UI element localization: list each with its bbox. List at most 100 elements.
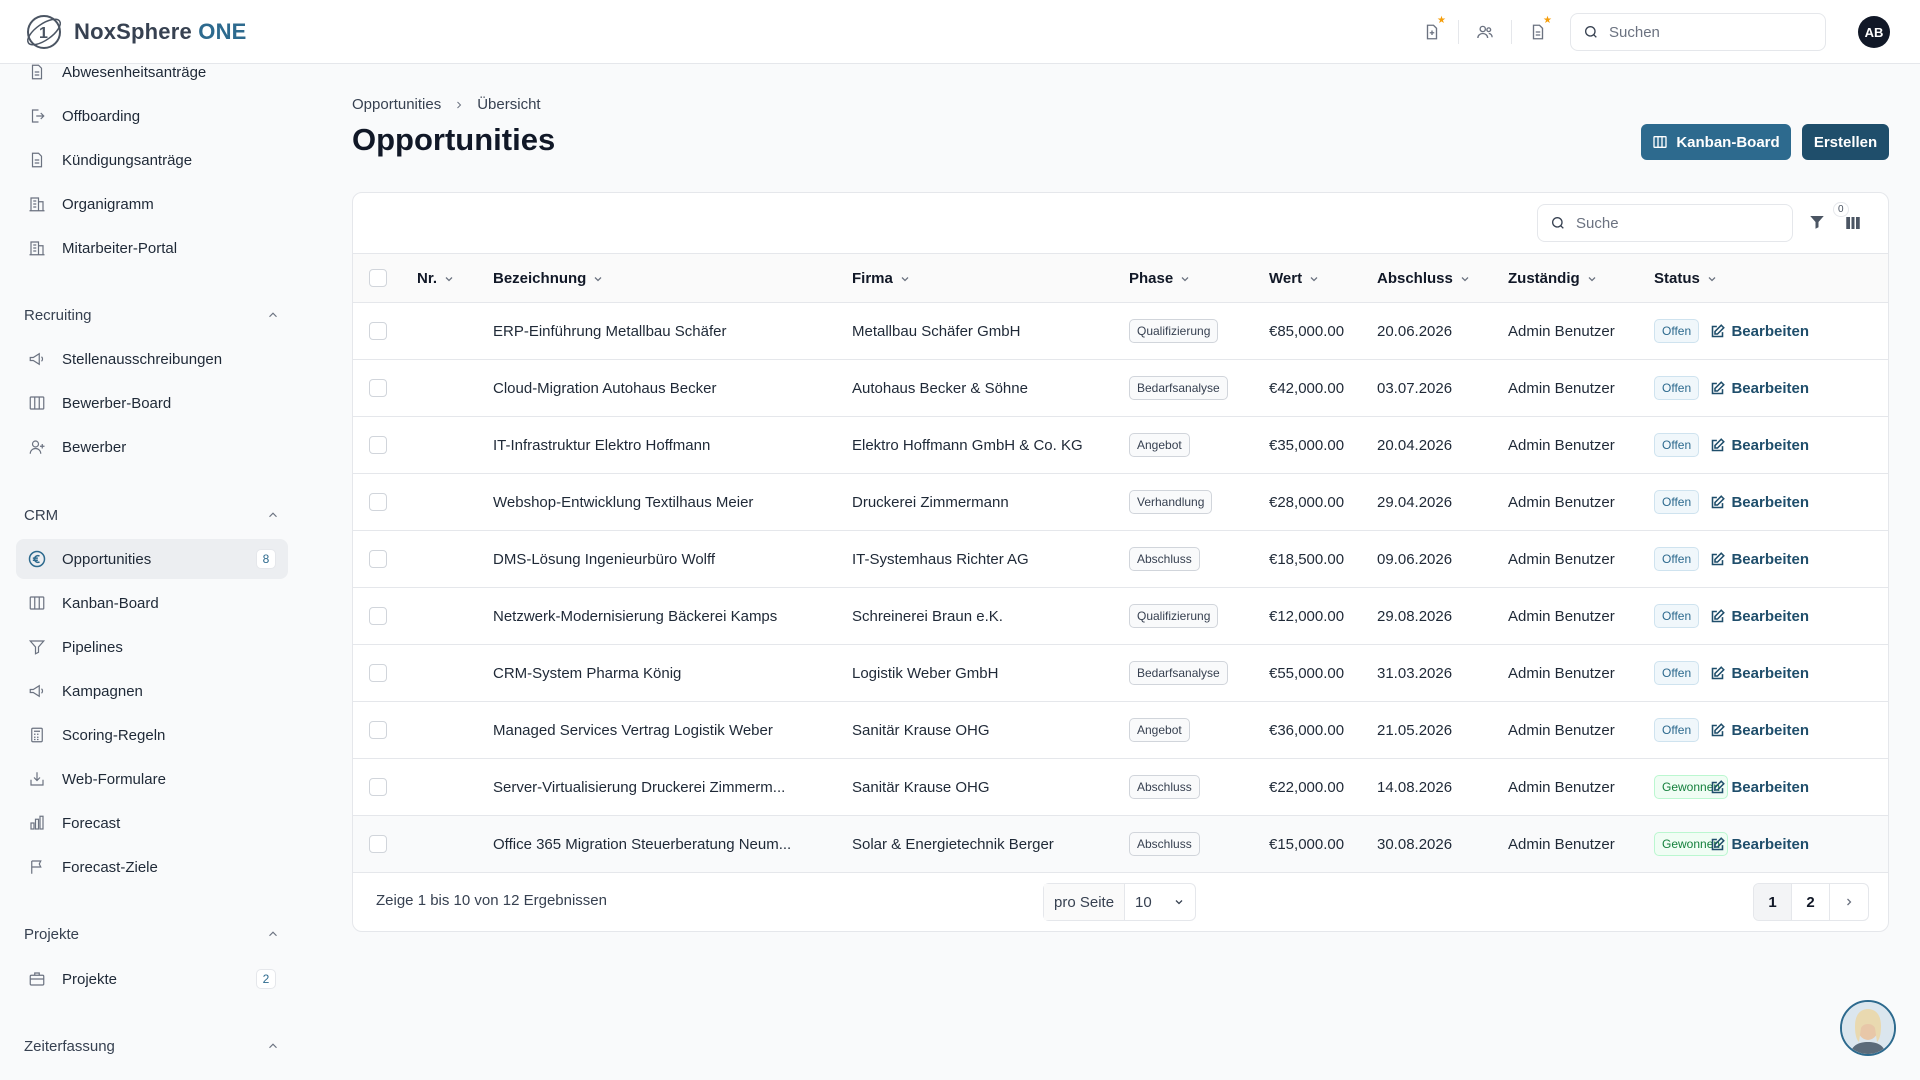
chevron-right-icon xyxy=(1843,896,1855,908)
select-all-checkbox[interactable] xyxy=(369,269,387,287)
table-row[interactable]: CRM-System Pharma König Logistik Weber Gm… xyxy=(353,645,1888,702)
section-projekte[interactable]: Projekte xyxy=(24,919,280,949)
column-header-status[interactable]: Status xyxy=(1654,254,1718,303)
cell-bezeichnung[interactable]: IT-Infrastruktur Elektro Hoffmann xyxy=(493,417,833,473)
table-row[interactable]: Webshop-Entwicklung Textilhaus Meier Druc… xyxy=(353,474,1888,531)
edit-button[interactable]: Bearbeiten xyxy=(1689,759,1809,815)
column-header-nr[interactable]: Nr. xyxy=(417,254,455,303)
sidebar: Abwesenheitsanträge Offboarding Kündigun… xyxy=(0,64,300,1080)
section-crm[interactable]: CRM xyxy=(24,500,280,530)
row-checkbox[interactable] xyxy=(369,322,387,340)
row-checkbox[interactable] xyxy=(369,721,387,739)
sidebar-item-forecast[interactable]: Forecast xyxy=(16,803,288,843)
create-button[interactable]: Erstellen xyxy=(1802,124,1889,160)
table-row[interactable]: IT-Infrastruktur Elektro Hoffmann Elektro… xyxy=(353,417,1888,474)
sidebar-item-bewerber-board[interactable]: Bewerber-Board xyxy=(16,383,288,423)
edit-button[interactable]: Bearbeiten xyxy=(1689,588,1809,644)
breadcrumb-link[interactable]: Opportunities xyxy=(352,96,441,113)
edit-button[interactable]: Bearbeiten xyxy=(1689,417,1809,473)
edit-button[interactable]: Bearbeiten xyxy=(1689,360,1809,416)
column-header-bezeichnung[interactable]: Bezeichnung xyxy=(493,254,604,303)
column-header-phase[interactable]: Phase xyxy=(1129,254,1191,303)
table-search-input[interactable] xyxy=(1576,214,1766,232)
table-row[interactable]: ERP-Einführung Metallbau Schäfer Metallba… xyxy=(353,303,1888,360)
sidebar-item-kuendigungsantraege[interactable]: Kündigungsanträge xyxy=(16,140,288,180)
cell-bezeichnung[interactable]: CRM-System Pharma König xyxy=(493,645,833,701)
column-header-abschluss[interactable]: Abschluss xyxy=(1377,254,1471,303)
row-checkbox[interactable] xyxy=(369,778,387,796)
edit-button[interactable]: Bearbeiten xyxy=(1689,645,1809,701)
sidebar-item-offboarding[interactable]: Offboarding xyxy=(16,96,288,136)
row-checkbox[interactable] xyxy=(369,436,387,454)
filter-icon[interactable] xyxy=(1808,213,1830,235)
sidebar-item-opportunities[interactable]: Opportunities 8 xyxy=(16,539,288,579)
sidebar-item-stellenausschreibungen[interactable]: Stellenausschreibungen xyxy=(16,339,288,379)
table-row[interactable]: DMS-Lösung Ingenieurbüro Wolff IT-Systemh… xyxy=(353,531,1888,588)
sidebar-item-projekte[interactable]: Projekte 2 xyxy=(16,959,288,999)
column-header-wert[interactable]: Wert xyxy=(1269,254,1320,303)
cell-zustaendig: Admin Benutzer xyxy=(1508,379,1615,397)
sidebar-item-kampagnen[interactable]: Kampagnen xyxy=(16,671,288,711)
row-checkbox[interactable] xyxy=(369,607,387,625)
edit-button[interactable]: Bearbeiten xyxy=(1689,474,1809,530)
row-checkbox[interactable] xyxy=(369,379,387,397)
cell-bezeichnung[interactable]: Server-Virtualisierung Druckerei Zimmerm… xyxy=(493,759,833,815)
next-page-button[interactable] xyxy=(1830,884,1868,920)
sidebar-item-label: Kampagnen xyxy=(62,682,143,700)
users-icon[interactable] xyxy=(1467,14,1503,50)
sidebar-item-abwesenheitsantraege[interactable]: Abwesenheitsanträge xyxy=(16,64,288,92)
kanban-board-button[interactable]: Kanban-Board xyxy=(1641,124,1791,160)
cell-bezeichnung[interactable]: Cloud-Migration Autohaus Becker xyxy=(493,360,833,416)
phase-badge: Bedarfsanalyse xyxy=(1129,661,1228,685)
global-search[interactable] xyxy=(1570,13,1826,51)
cell-phase: Abschluss xyxy=(1129,759,1259,815)
cell-bezeichnung[interactable]: Managed Services Vertrag Logistik Weber xyxy=(493,702,833,758)
sidebar-item-pipelines[interactable]: Pipelines xyxy=(16,627,288,667)
user-avatar[interactable]: AB xyxy=(1858,16,1890,48)
brand-logo[interactable]: 1 NoxSphere ONE xyxy=(24,12,247,52)
cell-bezeichnung[interactable]: Webshop-Entwicklung Textilhaus Meier xyxy=(493,474,833,530)
sidebar-item-forecast-ziele[interactable]: Forecast-Ziele xyxy=(16,847,288,887)
cell-abschluss: 30.08.2026 xyxy=(1377,835,1453,853)
document-list-icon[interactable]: ★ xyxy=(1520,14,1556,50)
cell-nr xyxy=(417,417,477,473)
sidebar-item-organigramm[interactable]: Organigramm xyxy=(16,184,288,224)
column-header-zustaendig[interactable]: Zuständig xyxy=(1508,254,1598,303)
sidebar-item-bewerber[interactable]: Bewerber xyxy=(16,427,288,467)
per-page-dropdown[interactable]: 10 xyxy=(1125,884,1195,920)
sidebar-item-kanban-board[interactable]: Kanban-Board xyxy=(16,583,288,623)
edit-button[interactable]: Bearbeiten xyxy=(1689,531,1809,587)
cell-bezeichnung[interactable]: Netzwerk-Modernisierung Bäckerei Kamps xyxy=(493,588,833,644)
column-header-firma[interactable]: Firma xyxy=(852,254,911,303)
row-checkbox[interactable] xyxy=(369,493,387,511)
row-checkbox[interactable] xyxy=(369,835,387,853)
column-toggle-icon[interactable] xyxy=(1844,214,1864,234)
edit-button[interactable]: Bearbeiten xyxy=(1689,303,1809,359)
table-row[interactable]: Managed Services Vertrag Logistik Weber S… xyxy=(353,702,1888,759)
sidebar-item-mitarbeiter-portal[interactable]: Mitarbeiter-Portal xyxy=(16,228,288,268)
cell-bezeichnung[interactable]: DMS-Lösung Ingenieurbüro Wolff xyxy=(493,531,833,587)
cell-zustaendig: Admin Benutzer xyxy=(1508,322,1615,340)
table-search[interactable] xyxy=(1537,204,1793,242)
cell-bezeichnung[interactable]: ERP-Einführung Metallbau Schäfer xyxy=(493,303,833,359)
sidebar-item-web-formulare[interactable]: Web-Formulare xyxy=(16,759,288,799)
table-row[interactable]: Netzwerk-Modernisierung Bäckerei Kamps Sc… xyxy=(353,588,1888,645)
edit-button[interactable]: Bearbeiten xyxy=(1689,816,1809,872)
cell-bezeichnung[interactable]: Office 365 Migration Steuerberatung Neum… xyxy=(493,816,833,872)
cell-abschluss: 03.07.2026 xyxy=(1377,379,1453,397)
assistant-avatar-button[interactable] xyxy=(1840,1000,1896,1056)
section-recruiting[interactable]: Recruiting xyxy=(24,300,280,330)
edit-button[interactable]: Bearbeiten xyxy=(1689,702,1809,758)
sidebar-item-scoring-regeln[interactable]: Scoring-Regeln xyxy=(16,715,288,755)
per-page-select[interactable]: pro Seite 10 xyxy=(1043,883,1197,921)
section-zeiterfassung[interactable]: Zeiterfassung xyxy=(24,1031,280,1061)
page-2-button[interactable]: 2 xyxy=(1792,884,1830,920)
row-checkbox[interactable] xyxy=(369,550,387,568)
table-row[interactable]: Cloud-Migration Autohaus Becker Autohaus … xyxy=(353,360,1888,417)
table-row[interactable]: Office 365 Migration Steuerberatung Neum… xyxy=(353,816,1888,873)
table-row[interactable]: Server-Virtualisierung Druckerei Zimmerm… xyxy=(353,759,1888,816)
global-search-input[interactable] xyxy=(1609,23,1799,41)
new-document-icon[interactable]: ★ xyxy=(1414,14,1450,50)
row-checkbox[interactable] xyxy=(369,664,387,682)
page-1-button[interactable]: 1 xyxy=(1754,884,1792,920)
